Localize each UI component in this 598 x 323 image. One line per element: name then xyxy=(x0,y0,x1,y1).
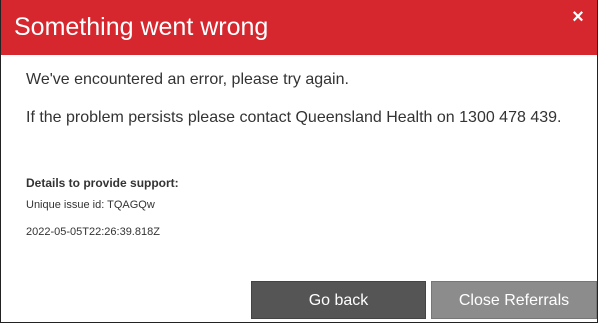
error-dialog: Something went wrong × We've encountered… xyxy=(0,0,598,323)
dialog-header: Something went wrong × xyxy=(1,0,597,55)
close-icon[interactable]: × xyxy=(567,6,589,28)
dialog-title: Something went wrong xyxy=(14,13,269,41)
support-details-label: Details to provide support: xyxy=(26,176,179,190)
close-referrals-button[interactable]: Close Referrals xyxy=(431,281,597,319)
go-back-button[interactable]: Go back xyxy=(251,281,426,319)
contact-message: If the problem persists please contact Q… xyxy=(26,109,562,126)
issue-id: Unique issue id: TQAGQw xyxy=(26,199,155,211)
error-timestamp: 2022-05-05T22:26:39.818Z xyxy=(26,226,160,238)
error-message: We've encountered an error, please try a… xyxy=(26,71,349,88)
